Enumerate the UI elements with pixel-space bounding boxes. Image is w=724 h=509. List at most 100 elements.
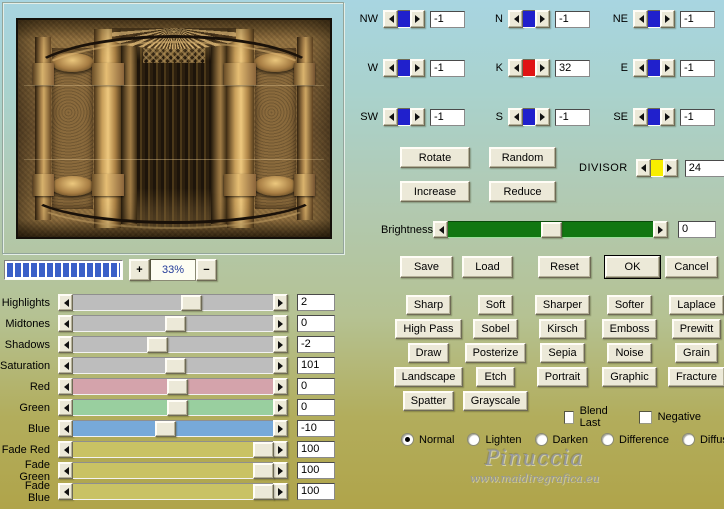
brightness-right-arrow[interactable] <box>653 221 668 238</box>
slider-value-fade-green[interactable]: 100 <box>297 462 335 479</box>
slider-right-arrow[interactable] <box>273 294 288 311</box>
radio-icon[interactable] <box>467 433 480 446</box>
slider-thumb[interactable] <box>147 337 168 353</box>
radio-icon[interactable] <box>682 433 695 446</box>
slider-left-arrow[interactable] <box>58 483 73 500</box>
spinner-left-arrow[interactable] <box>633 10 648 28</box>
filter-kirsch-button[interactable]: Kirsch <box>539 319 586 339</box>
slider-thumb[interactable] <box>165 358 186 374</box>
filter-emboss-button[interactable]: Emboss <box>602 319 658 339</box>
slider-right-arrow[interactable] <box>273 378 288 395</box>
filter-draw-button[interactable]: Draw <box>408 343 450 363</box>
spinner-right-arrow[interactable] <box>535 59 550 77</box>
rotate-button[interactable]: Rotate <box>400 147 470 168</box>
kernel-value-se[interactable]: -1 <box>680 109 715 126</box>
slider-thumb[interactable] <box>253 463 274 479</box>
spinner-left-arrow[interactable] <box>383 10 398 28</box>
slider-left-arrow[interactable] <box>58 420 73 437</box>
kernel-value-e[interactable]: -1 <box>680 60 715 77</box>
filter-fracture-button[interactable]: Fracture <box>668 367 724 387</box>
filter-sobel-button[interactable]: Sobel <box>473 319 517 339</box>
spinner-left-arrow[interactable] <box>508 59 523 77</box>
kernel-value-sw[interactable]: -1 <box>430 109 465 126</box>
filter-sepia-button[interactable]: Sepia <box>540 343 584 363</box>
slider-left-arrow[interactable] <box>58 294 73 311</box>
slider-value-green[interactable]: 0 <box>297 399 335 416</box>
slider-thumb[interactable] <box>253 484 274 500</box>
mode-normal[interactable]: Normal <box>401 433 454 446</box>
spinner-right-arrow[interactable] <box>410 59 425 77</box>
slider-value-red[interactable]: 0 <box>297 378 335 395</box>
slider-left-arrow[interactable] <box>58 441 73 458</box>
slider-thumb[interactable] <box>167 400 188 416</box>
filter-portrait-button[interactable]: Portrait <box>537 367 588 387</box>
slider-thumb[interactable] <box>165 316 186 332</box>
spinner-right-arrow[interactable] <box>660 59 675 77</box>
slider-left-arrow[interactable] <box>58 315 73 332</box>
brightness-value[interactable]: 0 <box>678 221 716 238</box>
zoom-out-button[interactable]: − <box>196 259 217 281</box>
spinner-right-arrow[interactable] <box>535 10 550 28</box>
filter-high-pass-button[interactable]: High Pass <box>395 319 461 339</box>
slider-right-arrow[interactable] <box>273 399 288 416</box>
slider-value-saturation[interactable]: 101 <box>297 357 335 374</box>
spinner-right-arrow[interactable] <box>535 108 550 126</box>
slider-value-blue[interactable]: -10 <box>297 420 335 437</box>
spinner-right-arrow[interactable] <box>410 108 425 126</box>
spinner-left-arrow[interactable] <box>508 10 523 28</box>
reset-button[interactable]: Reset <box>538 256 591 278</box>
ok-button[interactable]: OK <box>605 256 660 278</box>
slider-left-arrow[interactable] <box>58 378 73 395</box>
load-button[interactable]: Load <box>462 256 513 278</box>
slider-left-arrow[interactable] <box>58 357 73 374</box>
filter-sharper-button[interactable]: Sharper <box>535 295 590 315</box>
kernel-value-n[interactable]: -1 <box>555 11 590 28</box>
slider-track[interactable] <box>73 378 273 395</box>
slider-thumb[interactable] <box>181 295 202 311</box>
slider-right-arrow[interactable] <box>273 420 288 437</box>
spinner-left-arrow[interactable] <box>383 108 398 126</box>
kernel-value-nw[interactable]: -1 <box>430 11 465 28</box>
slider-right-arrow[interactable] <box>273 315 288 332</box>
spinner-right-arrow[interactable] <box>660 10 675 28</box>
slider-left-arrow[interactable] <box>58 399 73 416</box>
slider-thumb[interactable] <box>155 421 176 437</box>
brightness-thumb[interactable] <box>541 222 562 238</box>
spinner-right-arrow[interactable] <box>660 108 675 126</box>
filter-softer-button[interactable]: Softer <box>607 295 652 315</box>
mode-lighten[interactable]: Lighten <box>467 433 521 446</box>
kernel-value-w[interactable]: -1 <box>430 60 465 77</box>
filter-prewitt-button[interactable]: Prewitt <box>672 319 722 339</box>
slider-right-arrow[interactable] <box>273 483 288 500</box>
brightness-left-arrow[interactable] <box>433 221 448 238</box>
checkbox-negative[interactable]: Negative <box>639 411 701 424</box>
mode-difference[interactable]: Difference <box>601 433 669 446</box>
save-button[interactable]: Save <box>400 256 453 278</box>
mode-diffuse[interactable]: Diffuse <box>682 433 724 446</box>
kernel-value-k[interactable]: 32 <box>555 60 590 77</box>
slider-thumb[interactable] <box>167 379 188 395</box>
spinner-left-arrow[interactable] <box>633 59 648 77</box>
checkbox-box[interactable] <box>564 411 574 424</box>
filter-sharp-button[interactable]: Sharp <box>406 295 451 315</box>
spinner-right-arrow[interactable] <box>410 10 425 28</box>
slider-right-arrow[interactable] <box>273 462 288 479</box>
spinner-left-arrow[interactable] <box>633 108 648 126</box>
slider-right-arrow[interactable] <box>273 357 288 374</box>
checkbox-box[interactable] <box>639 411 652 424</box>
filter-landscape-button[interactable]: Landscape <box>394 367 464 387</box>
filter-etch-button[interactable]: Etch <box>476 367 514 387</box>
kernel-value-s[interactable]: -1 <box>555 109 590 126</box>
radio-icon[interactable] <box>601 433 614 446</box>
divisor-spin-left[interactable] <box>636 159 651 177</box>
slider-value-fade-red[interactable]: 100 <box>297 441 335 458</box>
divisor-spin-right[interactable] <box>663 159 678 177</box>
slider-track[interactable] <box>73 483 273 500</box>
slider-track[interactable] <box>73 357 273 374</box>
filter-spatter-button[interactable]: Spatter <box>403 391 454 411</box>
filter-grain-button[interactable]: Grain <box>675 343 718 363</box>
divisor-value[interactable]: 24 <box>685 160 724 177</box>
reduce-button[interactable]: Reduce <box>489 181 556 202</box>
slider-thumb[interactable] <box>253 442 274 458</box>
slider-track[interactable] <box>73 462 273 479</box>
